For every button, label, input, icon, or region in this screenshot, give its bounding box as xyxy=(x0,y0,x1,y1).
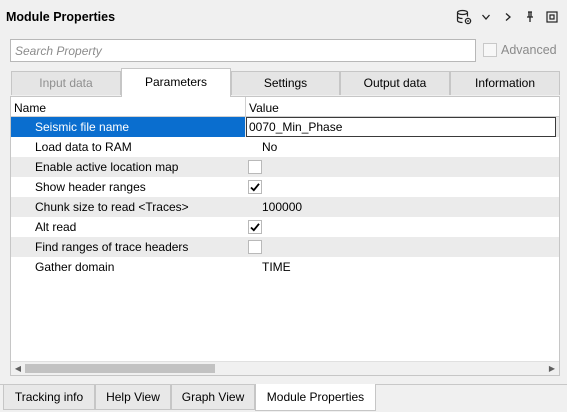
enable-active-location-map-checkbox[interactable] xyxy=(248,160,262,174)
property-row-show-header-ranges[interactable]: Show header ranges xyxy=(11,177,559,197)
property-grid: Name Value Seismic file name 0070_Min_Ph… xyxy=(10,96,560,376)
tab-settings[interactable]: Settings xyxy=(231,71,340,95)
horizontal-scrollbar[interactable]: ◀ ▶ xyxy=(11,361,559,375)
property-row-gather-domain[interactable]: Gather domain TIME xyxy=(11,257,559,277)
panel-title: Module Properties xyxy=(6,10,116,24)
tab-module-properties[interactable]: Module Properties xyxy=(255,384,376,411)
property-name: Show header ranges xyxy=(35,180,146,194)
dock-tabs: Tracking info Help View Graph View Modul… xyxy=(0,384,567,412)
column-divider[interactable] xyxy=(245,97,246,117)
header-toolbar xyxy=(453,7,563,27)
property-row-find-ranges-of-trace-headers[interactable]: Find ranges of trace headers xyxy=(11,237,559,257)
property-name: Gather domain xyxy=(35,260,115,274)
property-row-seismic-file-name[interactable]: Seismic file name 0070_Min_Phase xyxy=(11,117,559,137)
property-name: Chunk size to read <Traces> xyxy=(35,200,189,214)
scrollbar-thumb[interactable] xyxy=(25,364,215,373)
grid-header: Name Value xyxy=(11,97,559,117)
seismic-file-name-input[interactable]: 0070_Min_Phase xyxy=(246,117,556,137)
chevron-down-icon[interactable] xyxy=(475,7,497,27)
advanced-checkbox[interactable] xyxy=(483,43,497,57)
scroll-left-icon[interactable]: ◀ xyxy=(12,363,24,375)
show-header-ranges-checkbox[interactable] xyxy=(248,180,262,194)
scroll-right-icon[interactable]: ▶ xyxy=(546,363,558,375)
advanced-label: Advanced xyxy=(501,43,557,57)
search-input[interactable] xyxy=(10,39,476,62)
load-data-to-ram-value[interactable]: No xyxy=(246,137,559,157)
checkmark-icon xyxy=(250,183,260,192)
tab-graph-view[interactable]: Graph View xyxy=(171,385,255,410)
column-header-value[interactable]: Value xyxy=(249,101,279,115)
property-row-alt-read[interactable]: Alt read xyxy=(11,217,559,237)
search-row: Advanced xyxy=(10,39,560,62)
tab-output-data[interactable]: Output data xyxy=(340,71,450,95)
property-row-chunk-size[interactable]: Chunk size to read <Traces> 100000 xyxy=(11,197,559,217)
property-name: Find ranges of trace headers xyxy=(35,240,189,254)
chunk-size-value[interactable]: 100000 xyxy=(246,197,559,217)
tab-input-data[interactable]: Input data xyxy=(11,71,121,95)
property-row-load-data-to-ram[interactable]: Load data to RAM No xyxy=(11,137,559,157)
gather-domain-value[interactable]: TIME xyxy=(246,257,559,277)
popout-icon[interactable] xyxy=(541,7,563,27)
alt-read-checkbox[interactable] xyxy=(248,220,262,234)
panel-header: Module Properties xyxy=(0,0,567,34)
database-settings-icon[interactable] xyxy=(453,7,475,27)
chevron-right-icon[interactable] xyxy=(497,7,519,27)
pin-icon[interactable] xyxy=(519,7,541,27)
find-ranges-of-trace-headers-checkbox[interactable] xyxy=(248,240,262,254)
property-name: Load data to RAM xyxy=(35,140,132,154)
property-name: Alt read xyxy=(35,220,77,234)
tab-information[interactable]: Information xyxy=(450,71,560,95)
property-name: Enable active location map xyxy=(35,160,179,174)
checkmark-icon xyxy=(250,223,260,232)
property-tabs: Input data Parameters Settings Output da… xyxy=(10,68,560,97)
column-header-name[interactable]: Name xyxy=(14,101,46,115)
property-name[interactable]: Seismic file name xyxy=(11,117,245,137)
tab-help-view[interactable]: Help View xyxy=(95,385,171,410)
grid-body: Seismic file name 0070_Min_Phase Load da… xyxy=(11,117,559,361)
tab-tracking-info[interactable]: Tracking info xyxy=(3,385,95,410)
property-row-enable-active-location-map[interactable]: Enable active location map xyxy=(11,157,559,177)
tab-parameters[interactable]: Parameters xyxy=(121,68,231,97)
